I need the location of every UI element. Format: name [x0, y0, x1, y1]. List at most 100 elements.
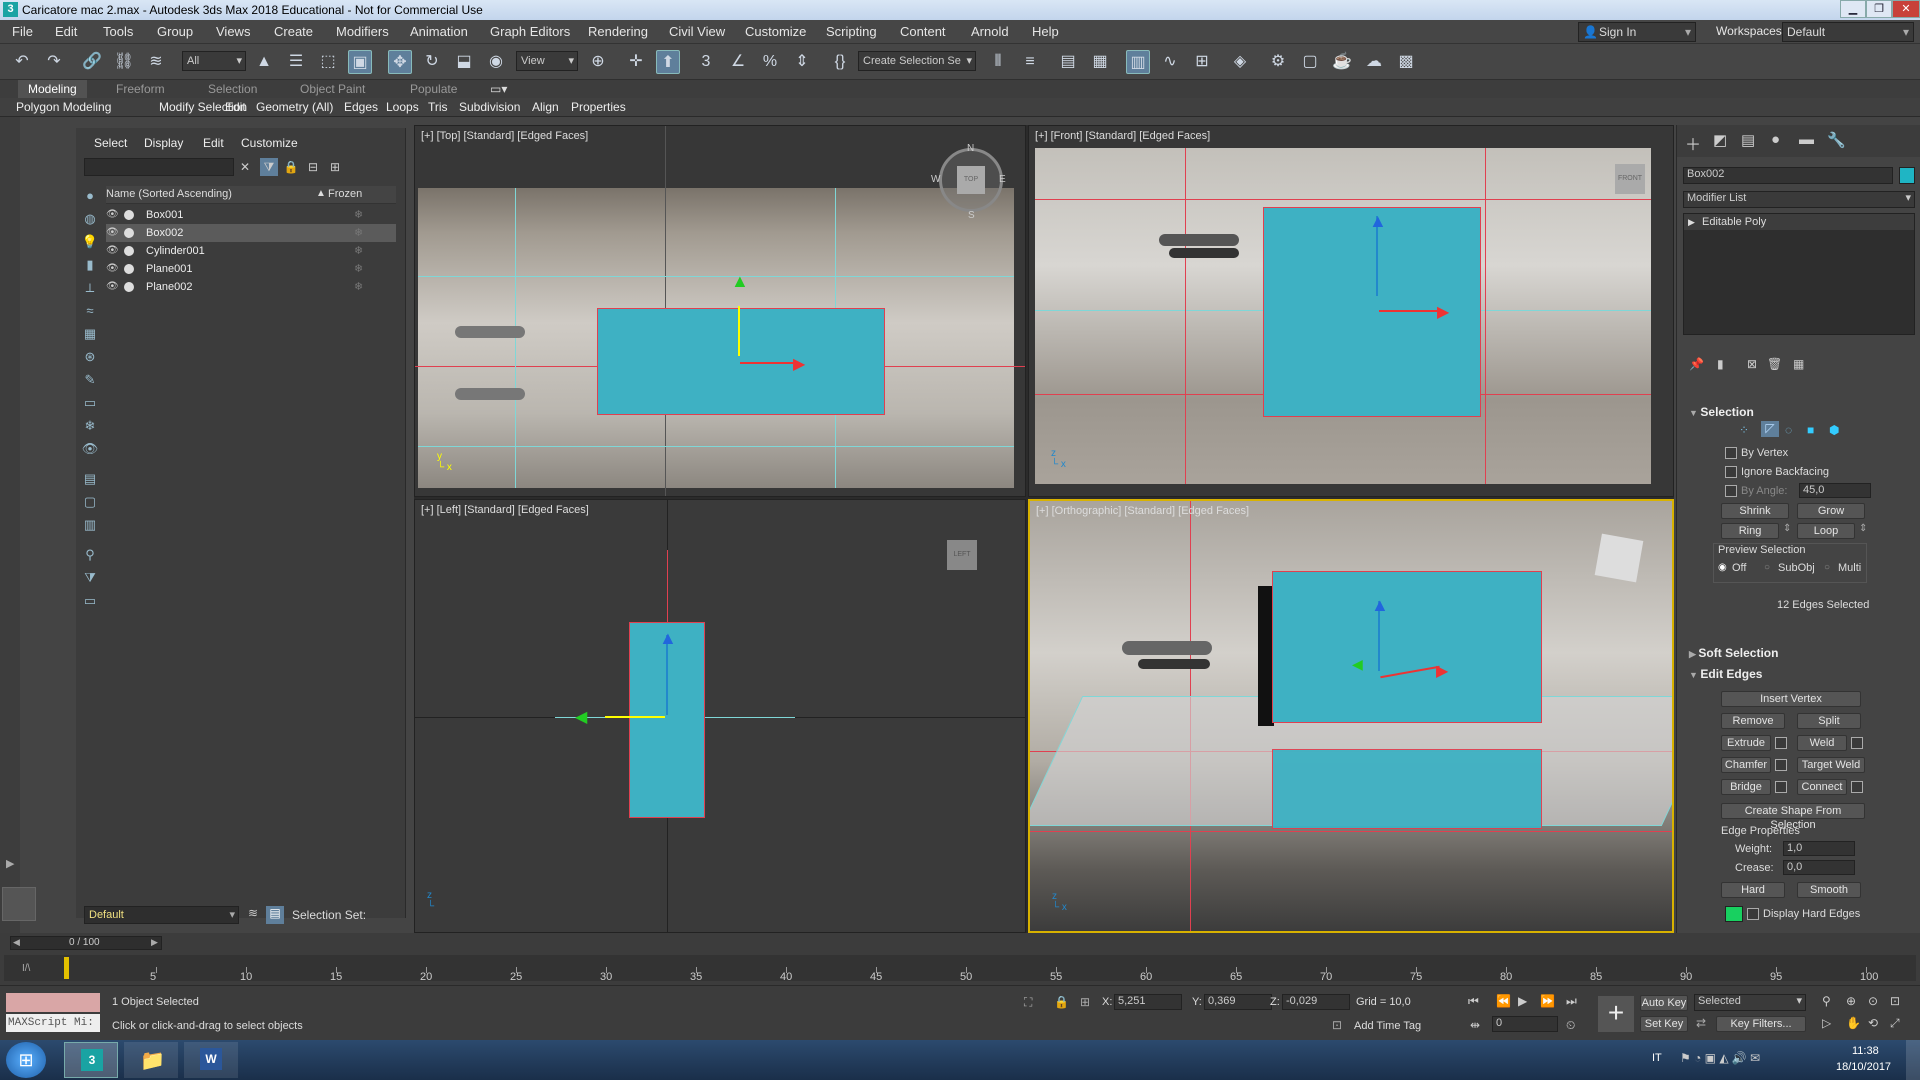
shrink-button[interactable]: Shrink — [1721, 503, 1789, 519]
panel-edges[interactable]: Edges — [344, 100, 378, 114]
remove-button[interactable]: Remove — [1721, 713, 1785, 729]
split-button[interactable]: Split — [1797, 713, 1861, 729]
element-mode-icon[interactable]: ⬢ — [1829, 423, 1839, 437]
configure-modifier-sets-icon[interactable]: ▦ — [1793, 357, 1804, 371]
panel-tris[interactable]: Tris — [428, 100, 448, 114]
pin-stack-icon[interactable]: 📌 — [1689, 357, 1704, 371]
chamfer-button[interactable]: Chamfer — [1721, 757, 1771, 773]
connect-settings-icon[interactable] — [1851, 781, 1863, 793]
pan-icon[interactable]: ✋ — [1846, 1016, 1861, 1030]
tray-icons[interactable]: ⚑ ◔ ▣ ◭ 🔊 ✉ — [1680, 1051, 1760, 1065]
funnel-icon[interactable]: ⧩ — [81, 570, 99, 588]
zoom-all-icon[interactable]: ⊕ — [1846, 994, 1856, 1008]
time-configuration-icon[interactable]: ⏲ — [1566, 1018, 1575, 1033]
curve-editor-mini-icon[interactable]: I/\ — [22, 963, 30, 974]
menu-rendering[interactable]: Rendering — [588, 24, 648, 39]
ribbon-tab-freeform[interactable]: Freeform — [116, 82, 165, 96]
insert-vertex-button[interactable]: Insert Vertex — [1721, 691, 1861, 707]
display-cameras-icon[interactable]: ▮ — [81, 257, 99, 275]
modify-tab-icon[interactable]: ◩ — [1713, 131, 1727, 149]
maxscript-listener-pink[interactable] — [6, 993, 100, 1012]
select-place-icon[interactable]: ◉ — [484, 50, 508, 74]
box002-mesh[interactable] — [1272, 571, 1542, 723]
menu-modifiers[interactable]: Modifiers — [336, 24, 389, 39]
vertex-mode-icon[interactable]: ⁘ — [1739, 423, 1749, 437]
rendered-frame-window-icon[interactable]: ▢ — [1298, 50, 1322, 74]
previous-key-icon[interactable]: ⏪ — [1496, 994, 1511, 1008]
menu-help[interactable]: Help — [1032, 24, 1059, 39]
freeze-icon[interactable]: ❄ — [354, 206, 363, 224]
remove-modifier-icon[interactable]: 🗑 — [1767, 357, 1782, 371]
panel-properties[interactable]: Properties — [571, 100, 626, 114]
display-invert-icon[interactable]: ▥ — [81, 517, 99, 535]
by-vertex-checkbox[interactable] — [1725, 447, 1737, 459]
display-helpers-icon[interactable]: ⟂ — [81, 280, 99, 298]
display-frozen-icon[interactable]: ❄ — [81, 418, 99, 436]
by-angle-spinner[interactable]: 45,0 — [1799, 483, 1871, 498]
viewport-front[interactable]: [+] [Front] [Standard] [Edged Faces] ▲ ▶… — [1028, 125, 1674, 497]
scene-search-input[interactable] — [84, 158, 234, 176]
add-time-tag[interactable]: Add Time Tag — [1354, 1020, 1421, 1032]
set-key-big-icon[interactable]: + — [1598, 996, 1634, 1032]
object-color-swatch[interactable] — [1899, 167, 1915, 184]
menu-civil-view[interactable]: Civil View — [669, 24, 725, 39]
hard-button[interactable]: Hard — [1721, 882, 1785, 898]
absolute-mode-icon[interactable]: ⊞ — [1080, 995, 1090, 1009]
layer-explorer-icon[interactable]: ≋ — [244, 906, 262, 924]
select-object-icon[interactable]: ▲ — [252, 50, 276, 74]
display-shapes-icon[interactable]: ◍ — [81, 211, 99, 229]
ribbon-tab-modeling[interactable]: Modeling — [18, 80, 87, 98]
scene-item[interactable]: 👁 Plane001 ❄ — [76, 260, 396, 278]
by-angle-checkbox[interactable] — [1725, 485, 1737, 497]
weld-button[interactable]: Weld — [1797, 735, 1847, 751]
spinner-snap-icon[interactable]: ⇕ — [790, 50, 814, 74]
auto-key-button[interactable]: Auto Key — [1640, 995, 1688, 1011]
z-coordinate-field[interactable]: -0,029 — [1282, 994, 1350, 1010]
eye-icon[interactable]: 👁 — [106, 242, 119, 260]
schematic-view-icon[interactable]: ⊞ — [1190, 50, 1214, 74]
freeze-icon[interactable]: ❄ — [354, 260, 363, 278]
display-geometry-icon[interactable]: ● — [81, 188, 99, 206]
target-weld-button[interactable]: Target Weld — [1797, 757, 1865, 773]
viewport-label[interactable]: [+] [Top] [Standard] [Edged Faces] — [421, 130, 588, 142]
render-setup-icon[interactable]: ⚙ — [1266, 50, 1290, 74]
named-selection-set-dropdown[interactable]: Create Selection Se ▾ — [858, 51, 976, 71]
filter-selection-icon[interactable]: ⚲ — [81, 547, 99, 565]
display-groups-icon[interactable]: ▦ — [81, 326, 99, 344]
align-icon[interactable]: ≡ — [1018, 50, 1042, 74]
rollout-soft-selection-title[interactable]: ▶ Soft Selection — [1689, 646, 1778, 660]
angle-snap-icon[interactable]: ∠ — [726, 50, 750, 74]
display-hidden-icon[interactable]: 👁 — [81, 441, 99, 459]
undo-icon[interactable]: ↶ — [10, 50, 34, 74]
orbit-icon[interactable]: ⟲ — [1868, 1016, 1878, 1030]
scene-menu-edit[interactable]: Edit — [203, 136, 224, 150]
crease-spinner[interactable]: 0,0 — [1783, 860, 1855, 875]
extrude-settings-icon[interactable] — [1775, 737, 1787, 749]
next-key-icon[interactable]: ⏩ — [1540, 994, 1555, 1008]
taskbar-explorer[interactable]: 📁 — [124, 1042, 178, 1078]
menu-animation[interactable]: Animation — [410, 24, 468, 39]
sign-in-button[interactable]: 👤 Sign In ▾ — [1578, 22, 1696, 42]
ribbon-tab-populate[interactable]: Populate — [410, 82, 457, 96]
curve-editor-icon[interactable]: ∿ — [1158, 50, 1182, 74]
key-set-dropdown[interactable]: Selected ▾ — [1694, 994, 1806, 1011]
rollout-selection-title[interactable]: ▼ Selection — [1689, 405, 1754, 419]
maxscript-mini-listener[interactable]: MAXScript Mi: — [6, 1014, 100, 1032]
scene-item[interactable]: 👁 Plane002 ❄ — [76, 278, 396, 296]
display-tab-icon[interactable]: ▬ — [1799, 131, 1814, 148]
time-tag-icon[interactable]: ⊡ — [1332, 1018, 1342, 1032]
ignore-backfacing-checkbox[interactable] — [1725, 466, 1737, 478]
menu-scripting[interactable]: Scripting — [826, 24, 877, 39]
viewport-top[interactable]: [+] [Top] [Standard] [Edged Faces] ▲ ▶ T… — [414, 125, 1026, 497]
panel-edit[interactable]: Edit — [225, 100, 246, 114]
freeze-icon[interactable]: ❄ — [354, 278, 363, 296]
ring-button[interactable]: Ring — [1721, 523, 1779, 539]
zoom-extents-all-icon[interactable]: ⊡ — [1890, 994, 1900, 1008]
minimize-button[interactable]: ▁ — [1840, 0, 1866, 18]
render-production-icon[interactable]: ☕ — [1330, 50, 1354, 74]
viewport-left[interactable]: [+] [Left] [Standard] [Edged Faces] ▲ ◀ … — [414, 499, 1026, 933]
weight-spinner[interactable]: 1,0 — [1783, 841, 1855, 856]
layer-dropdown[interactable]: Default ▾ — [84, 906, 239, 924]
show-end-result-icon[interactable]: ▮ — [1717, 357, 1724, 371]
field-of-view-icon[interactable]: ▷ — [1822, 1016, 1831, 1030]
